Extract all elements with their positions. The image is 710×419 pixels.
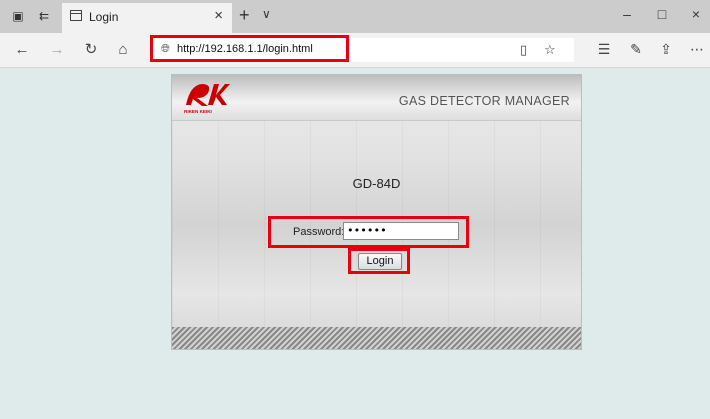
- star-icon[interactable]: ☆: [544, 42, 556, 58]
- book-icon[interactable]: ▯: [520, 42, 527, 58]
- address-bar[interactable]: 🌐︎ http://192.168.1.1/login.html: [150, 35, 349, 62]
- maximize-icon[interactable]: □: [652, 6, 672, 22]
- password-input[interactable]: ••••••: [343, 222, 459, 240]
- home-icon[interactable]: ⌂: [114, 41, 132, 59]
- set-aside-tabs-icon[interactable]: ⇇: [36, 8, 52, 24]
- plus-icon[interactable]: +: [239, 5, 250, 26]
- login-panel: RIKEN KEIKI GAS DETECTOR MANAGER GD-84D …: [171, 74, 582, 350]
- more-icon[interactable]: ⋯: [688, 41, 706, 58]
- riken-keiki-logo: RIKEN KEIKI: [184, 84, 230, 114]
- window-close-icon[interactable]: ×: [686, 6, 706, 22]
- password-label: Password:: [293, 226, 345, 238]
- login-button[interactable]: Login: [358, 253, 402, 270]
- tab-actions-icon[interactable]: ▣: [10, 8, 26, 24]
- chevron-down-icon[interactable]: ∨: [262, 7, 271, 21]
- minimize-icon[interactable]: –: [617, 6, 637, 22]
- tab-title: Login: [89, 10, 119, 24]
- favorites-icon[interactable]: ☰: [595, 41, 613, 58]
- header-title: GAS DETECTOR MANAGER: [398, 94, 570, 108]
- share-icon[interactable]: ⇪: [657, 41, 675, 58]
- password-highlight: Password: ••••••: [268, 216, 469, 248]
- close-icon[interactable]: ×: [214, 7, 223, 24]
- panel-footer: [172, 327, 581, 349]
- browser-title-bar: ▣ ⇇ Login × + ∨ – □ ×: [0, 0, 710, 33]
- panel-header: RIKEN KEIKI GAS DETECTOR MANAGER: [172, 75, 581, 121]
- svg-text:RIKEN KEIKI: RIKEN KEIKI: [184, 109, 212, 114]
- forward-arrow-icon[interactable]: →: [48, 41, 66, 59]
- tab-login[interactable]: Login ×: [62, 3, 232, 33]
- refresh-icon[interactable]: ↻: [82, 41, 100, 59]
- pen-icon[interactable]: ✎: [627, 41, 645, 58]
- globe-icon: 🌐︎: [161, 43, 170, 55]
- back-arrow-icon[interactable]: ←: [13, 41, 31, 59]
- device-name: GD-84D: [352, 176, 401, 191]
- login-highlight: Login: [348, 248, 410, 274]
- address-url: http://192.168.1.1/login.html: [177, 43, 313, 55]
- address-bar-fill[interactable]: [349, 38, 574, 62]
- page-icon: [70, 10, 82, 21]
- browser-nav-bar: ← → ↻ ⌂ 🌐︎ http://192.168.1.1/login.html…: [0, 33, 710, 68]
